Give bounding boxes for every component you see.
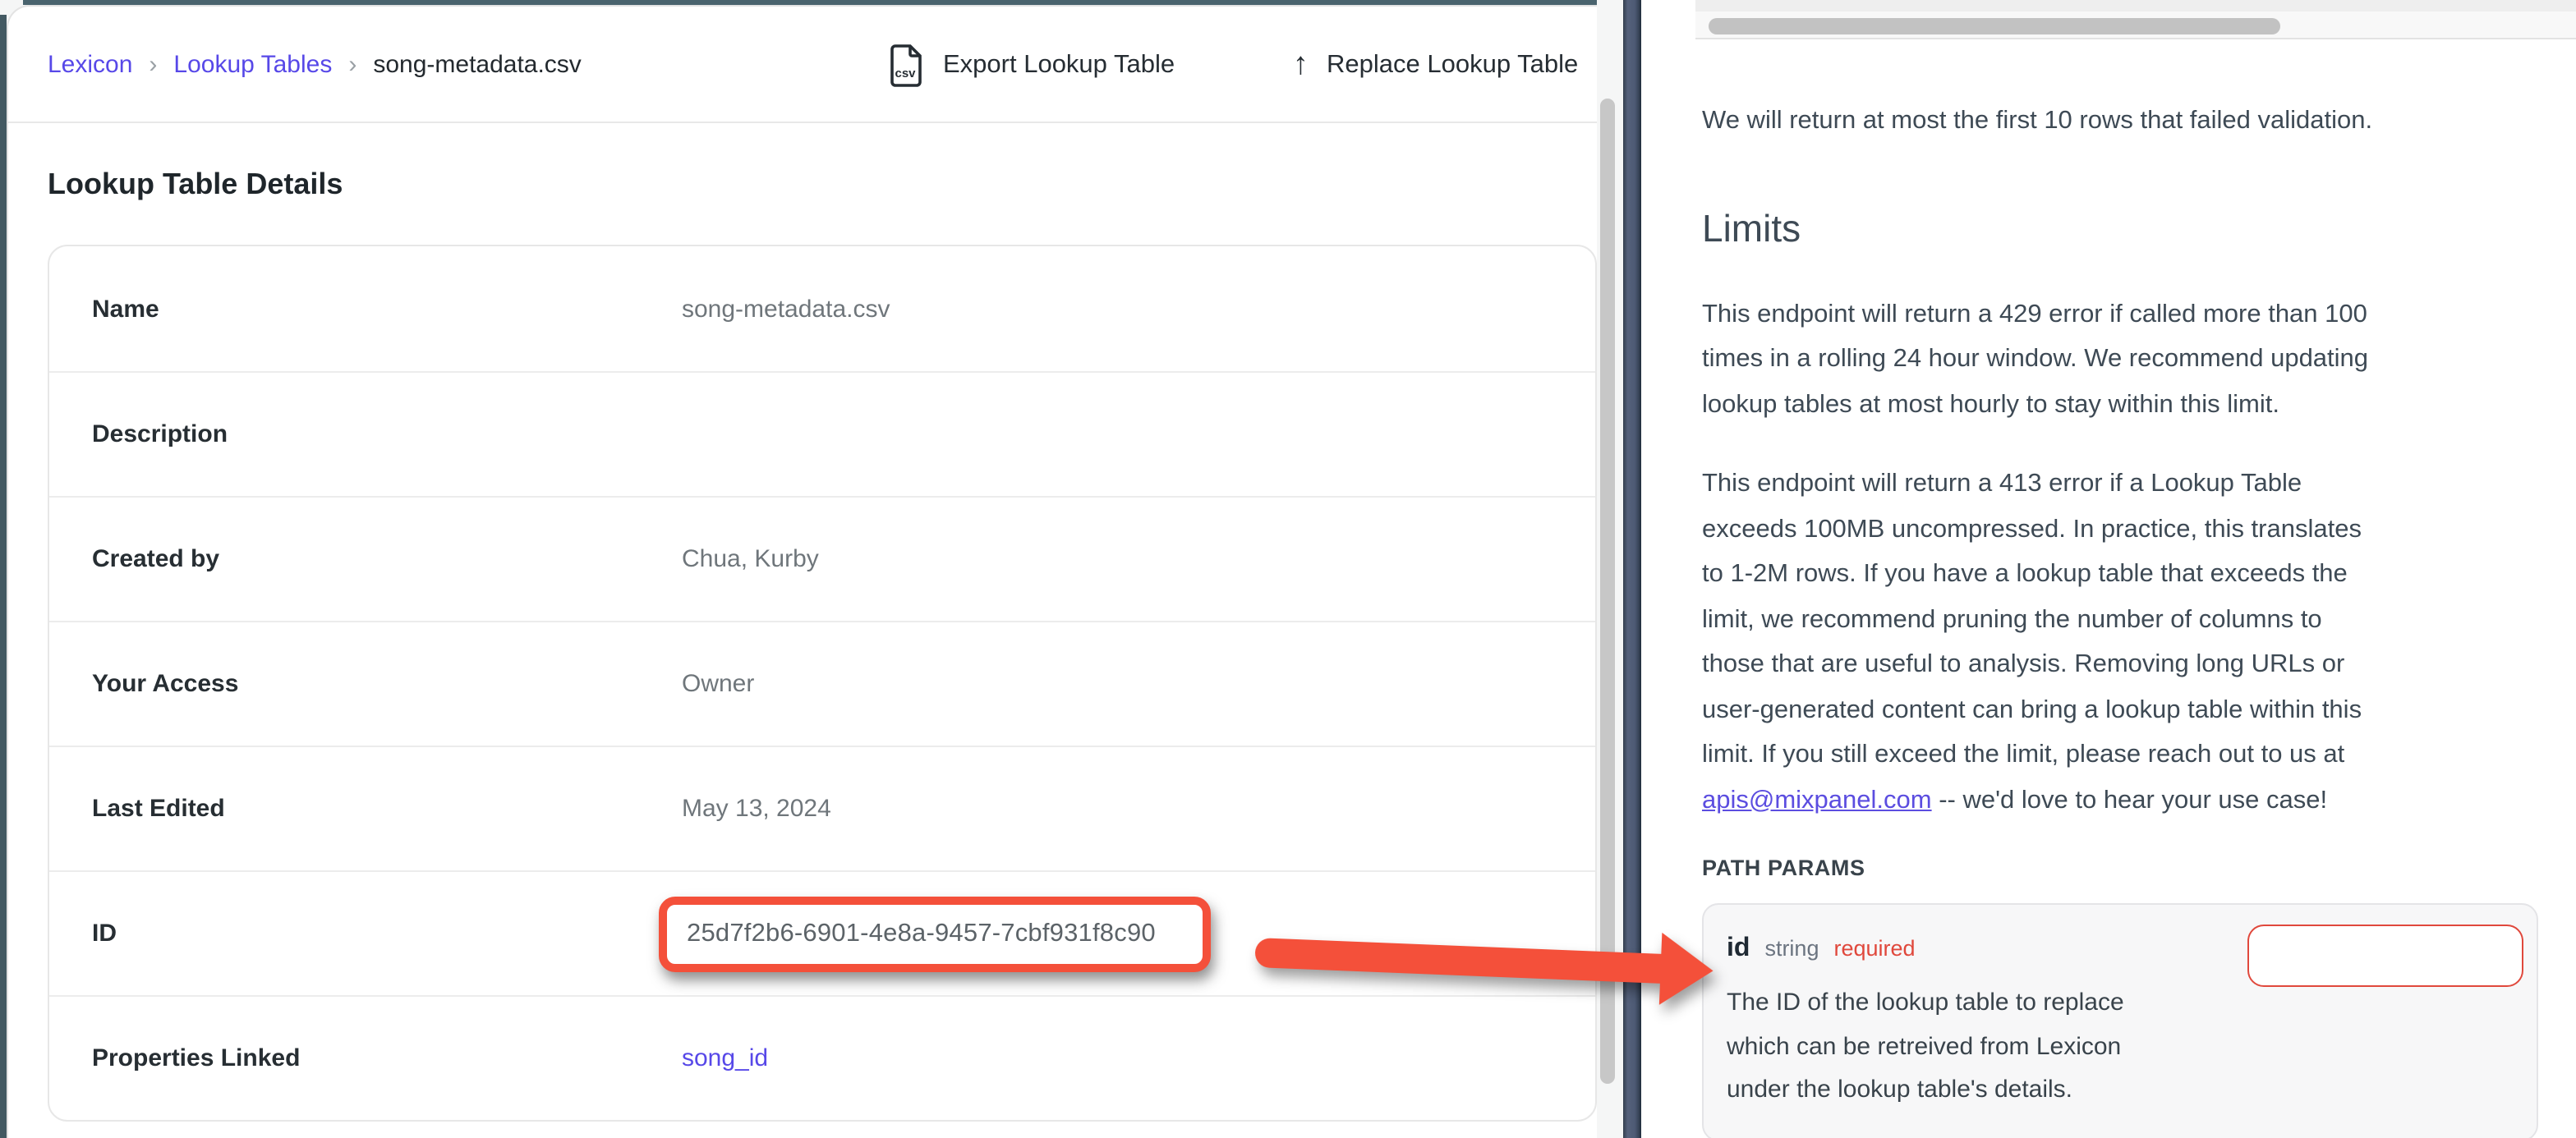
lookup-table-details-window: Lexicon › Lookup Tables › song-metadata.…	[7, 5, 1597, 1138]
id-parameter-card: id string required The ID of the lookup …	[1702, 903, 2538, 1138]
left-panel-vertical-scrollbar[interactable]	[1600, 99, 1615, 1084]
breadcrumb-lexicon[interactable]: Lexicon	[48, 51, 132, 79]
parameter-required-badge: required	[1833, 936, 1915, 961]
apis-mixpanel-email-link[interactable]: apis@mixpanel.com	[1702, 786, 1932, 814]
row-value: song-metadata.csv	[682, 295, 890, 323]
row-label: ID	[49, 920, 682, 948]
table-row-your-access: Your Access Owner	[49, 621, 1595, 746]
row-label: Name	[49, 295, 682, 323]
desktop-edge-left	[0, 15, 7, 1138]
docs-scroll-gutter	[1695, 0, 2576, 11]
row-label: Your Access	[49, 670, 682, 698]
table-row-name: Name song-metadata.csv	[49, 246, 1595, 371]
id-param-input[interactable]	[2247, 925, 2523, 987]
breadcrumb: Lexicon › Lookup Tables › song-metadata.…	[48, 7, 582, 123]
limits-paragraph-413-last-line: apis@mixpanel.com -- we'd love to hear y…	[1702, 778, 2538, 823]
row-label: Description	[49, 420, 682, 448]
docs-content: We will return at most the first 10 rows…	[1702, 39, 2538, 1138]
row-label: Last Edited	[49, 795, 682, 823]
docs-horizontal-scrollbar[interactable]	[1709, 18, 2280, 34]
song-id-property-link[interactable]: song_id	[682, 1044, 768, 1072]
use-case-text: -- we'd love to hear your use case!	[1932, 786, 2328, 814]
parameter-name: id	[1727, 934, 1750, 964]
page-header: Lexicon › Lookup Tables › song-metadata.…	[8, 7, 1597, 123]
lookup-table-details-card: Name song-metadata.csv Description Creat…	[48, 245, 1597, 1122]
table-row-properties-linked: Properties Linked song_id	[49, 995, 1595, 1120]
row-value: Owner	[682, 670, 754, 698]
replace-button-label: Replace Lookup Table	[1327, 50, 1578, 80]
table-row-id: ID 25d7f2b6-6901-4e8a-9457-7cbf931f8c90	[49, 870, 1595, 995]
parameter-type: string	[1764, 936, 1819, 961]
table-row-created-by: Created by Chua, Kurby	[49, 496, 1595, 621]
lookup-table-id-value: 25d7f2b6-6901-4e8a-9457-7cbf931f8c90	[687, 919, 1156, 948]
row-label: Created by	[49, 545, 682, 573]
breadcrumb-separator-icon: ›	[149, 51, 157, 79]
validation-note-text: We will return at most the first 10 rows…	[1702, 99, 2538, 144]
row-value: Chua, Kurby	[682, 545, 819, 573]
upload-arrow-icon: ↑	[1293, 49, 1309, 80]
screenshot-stage: Lexicon › Lookup Tables › song-metadata.…	[0, 0, 2576, 1138]
table-row-last-edited: Last Edited May 13, 2024	[49, 746, 1595, 870]
breadcrumb-lookup-tables[interactable]: Lookup Tables	[173, 51, 332, 79]
path-params-label: PATH PARAMS	[1702, 856, 2538, 880]
replace-lookup-table-button[interactable]: ↑ Replace Lookup Table	[1293, 7, 1578, 123]
breadcrumb-separator-icon: ›	[348, 51, 356, 79]
csv-file-icon: csv	[889, 44, 925, 86]
svg-text:csv: csv	[895, 66, 916, 80]
limits-heading: Limits	[1702, 200, 2538, 255]
api-docs-window: We will return at most the first 10 rows…	[1641, 0, 2576, 1138]
window-divider-bar	[1623, 0, 1641, 1138]
parameter-description: The ID of the lookup table to replace wh…	[1727, 982, 2236, 1113]
row-label: Properties Linked	[49, 1044, 682, 1072]
limits-paragraph-429: This endpoint will return a 429 error if…	[1702, 291, 2538, 427]
limits-paragraph-413: This endpoint will return a 413 error if…	[1702, 461, 2538, 778]
page-title: Lookup Table Details	[48, 166, 1597, 202]
export-lookup-table-button[interactable]: csv Export Lookup Table	[889, 7, 1175, 123]
export-button-label: Export Lookup Table	[943, 50, 1175, 80]
row-value: May 13, 2024	[682, 795, 831, 823]
row-value: 25d7f2b6-6901-4e8a-9457-7cbf931f8c90	[682, 896, 1211, 971]
id-annotation-highlight-box: 25d7f2b6-6901-4e8a-9457-7cbf931f8c90	[659, 896, 1211, 971]
breadcrumb-current-file: song-metadata.csv	[373, 51, 581, 79]
table-row-description: Description	[49, 371, 1595, 496]
